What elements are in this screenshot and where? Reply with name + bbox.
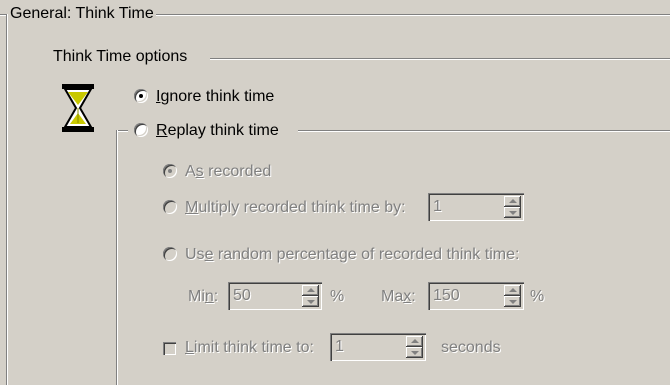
min-spin-field[interactable]: 50 (228, 282, 322, 310)
random-percentage-label[interactable]: Use random percentage of recorded think … (185, 245, 519, 264)
arrow-up-icon (509, 199, 517, 203)
multiply-spin-up-button[interactable] (504, 196, 521, 207)
as-recorded-label[interactable]: As recorded (185, 162, 271, 181)
min-spin-up-button[interactable] (302, 285, 319, 296)
min-spin-down-button[interactable] (302, 296, 319, 307)
max-spin-field[interactable]: 150 (428, 282, 524, 310)
max-spin-up-button[interactable] (504, 285, 521, 296)
limit-spin-down-button[interactable] (406, 347, 423, 358)
group-left-line (6, 14, 8, 385)
max-label: Max: (381, 288, 416, 305)
min-label: Min: (188, 288, 219, 305)
limit-think-time-label[interactable]: Limit think time to: (185, 338, 314, 357)
limit-unit: seconds (441, 339, 501, 356)
multiply-spin-field[interactable]: 1 (428, 193, 524, 221)
max-spin-down-button[interactable] (504, 296, 521, 307)
ignore-think-time-label[interactable]: Ignore think time (156, 87, 274, 106)
min-value[interactable]: 50 (233, 286, 251, 305)
arrow-up-icon (509, 288, 517, 292)
max-unit: % (530, 288, 545, 305)
multiply-spin-down-button[interactable] (504, 207, 521, 218)
random-percentage-radio[interactable] (163, 247, 177, 261)
arrow-down-icon (307, 300, 315, 304)
limit-spin-field[interactable]: 1 (330, 333, 426, 361)
as-recorded-radio[interactable] (163, 164, 177, 178)
multiply-label[interactable]: Multiply recorded think time by: (185, 198, 406, 217)
limit-spin-up-button[interactable] (406, 336, 423, 347)
multiply-value[interactable]: 1 (433, 197, 442, 216)
group-title: General: Think Time (8, 4, 156, 23)
section-title: Think Time options (50, 47, 191, 66)
limit-think-time-checkbox[interactable] (163, 342, 176, 355)
arrow-down-icon (509, 300, 517, 304)
ignore-think-time-radio[interactable] (134, 89, 148, 103)
replay-think-time-radio[interactable] (134, 123, 148, 137)
arrow-down-icon (509, 211, 517, 215)
section-line (210, 58, 670, 60)
hourglass-icon (60, 83, 96, 133)
max-value[interactable]: 150 (433, 286, 460, 305)
limit-value[interactable]: 1 (335, 337, 344, 356)
arrow-up-icon (307, 288, 315, 292)
replay-think-time-label[interactable]: Replay think time (156, 121, 279, 140)
min-unit: % (330, 288, 345, 305)
arrow-up-icon (411, 339, 419, 343)
replay-group-left-line (116, 130, 118, 385)
multiply-radio[interactable] (163, 200, 177, 214)
arrow-down-icon (411, 351, 419, 355)
